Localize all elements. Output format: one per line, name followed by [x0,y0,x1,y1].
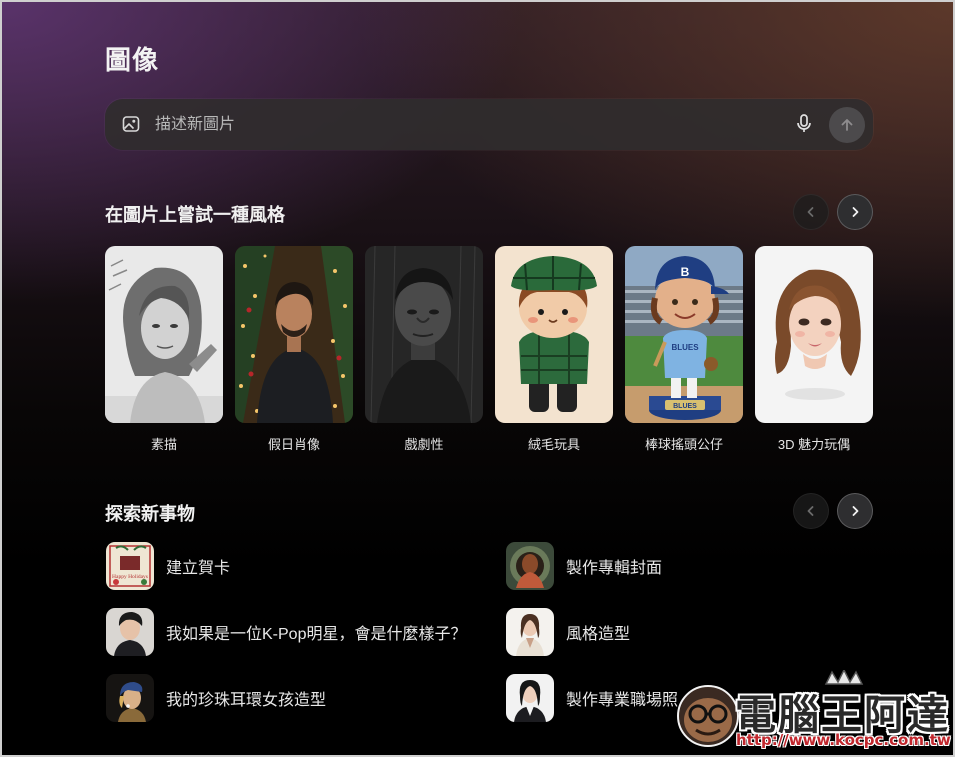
bobblehead-base-text: BLUES [673,403,697,410]
explore-item-label: 我的珍珠耳環女孩造型 [166,692,327,709]
3d-doll-thumbnail [755,246,873,423]
holiday-portrait-thumbnail [235,246,353,423]
styles-next-button[interactable] [837,194,873,230]
explore-item-label: 製作專業職場照 [566,692,679,709]
microphone-icon[interactable] [796,113,812,135]
style-card-label: 3D 魅力玩偶 [777,437,851,452]
styles-prev-button[interactable] [793,194,829,230]
chevron-right-icon [852,506,859,516]
explore-next-button[interactable] [837,493,873,529]
explore-item-label: 我如果是一位K-Pop明星，會是什麼樣子？ [166,626,467,643]
explore-item-professional-headshot[interactable]: 製作專業職場照 [506,674,678,722]
watermark-url: http://www.kocpc.com.tw [736,731,951,749]
album-cover-thumbnail [506,542,554,590]
explore-item-greeting-card[interactable]: Happy Holidays 建立賀卡 [106,542,230,590]
svg-text:B: B [681,265,690,279]
explore-item-label: 風格造型 [566,626,631,643]
style-card-label: 素描 [150,437,177,452]
style-card-dramatic[interactable]: 戲劇性 [365,246,483,453]
plush-toy-thumbnail [495,246,613,423]
style-card-label: 假日肖像 [267,437,320,452]
kpop-star-thumbnail [106,608,154,656]
image-upload-icon[interactable] [122,115,140,133]
style-card-plush-toy[interactable]: 絨毛玩具 [495,246,613,453]
svg-text:BLUES: BLUES [671,343,699,352]
style-card-baseball-bobblehead[interactable]: BLUES BLUES B 棒球搖頭公仔 [625,246,743,453]
explore-item-styling[interactable]: 風格造型 [506,608,630,656]
greeting-card-thumbnail: Happy Holidays [106,542,154,590]
styles-section-title: 在圖片上嘗試一種風格 [105,205,285,225]
styling-thumbnail [506,608,554,656]
explore-item-pearl-earring[interactable]: 我的珍珠耳環女孩造型 [106,674,326,722]
style-card-label: 絨毛玩具 [527,437,580,452]
send-button[interactable] [829,107,865,143]
app-window: 圖像 在圖片上嘗試一種風格 [0,0,955,757]
chevron-left-icon [807,506,814,516]
explore-prev-button[interactable] [793,493,829,529]
explore-item-kpop-star[interactable]: 我如果是一位K-Pop明星，會是什麼樣子？ [106,608,466,656]
style-card-sketch[interactable]: 素描 [105,246,223,453]
sketch-thumbnail [105,246,223,423]
dramatic-thumbnail [365,246,483,423]
style-card-label: 戲劇性 [404,437,444,452]
greeting-card-thumb-text: Happy Holidays [112,574,148,580]
chevron-left-icon [807,207,814,217]
baseball-bobblehead-thumbnail: BLUES BLUES B [625,246,743,423]
explore-item-label: 製作專輯封面 [566,560,663,577]
explore-item-album-cover[interactable]: 製作專輯封面 [506,542,662,590]
professional-headshot-thumbnail [506,674,554,722]
chevron-right-icon [852,207,859,217]
page-title: 圖像 [105,45,160,75]
prompt-input[interactable] [155,109,775,140]
style-card-label: 棒球搖頭公仔 [644,437,723,452]
pearl-earring-thumbnail [106,674,154,722]
prompt-bar [105,99,873,150]
style-card-3d-doll[interactable]: 3D 魅力玩偶 [755,246,873,453]
arrow-up-icon [841,119,853,131]
explore-section-title: 探索新事物 [105,504,195,524]
style-card-holiday-portrait[interactable]: 假日肖像 [235,246,353,453]
explore-item-label: 建立賀卡 [166,560,231,577]
